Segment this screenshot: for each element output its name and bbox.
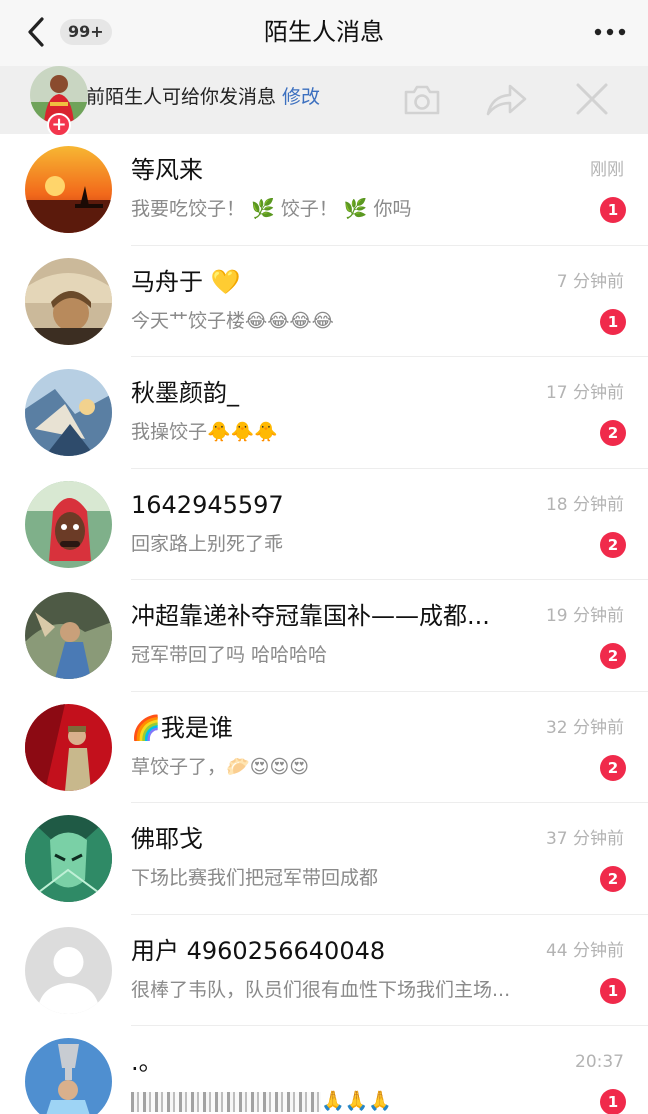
avatar-image [25, 592, 112, 679]
unread-badge: 2 [600, 643, 626, 669]
sender-name: .。 [131, 1048, 163, 1076]
avatar-image [25, 1038, 112, 1114]
sender-name: 冲超靠递补夺冠靠国补——成都... [131, 602, 490, 630]
sender-name: 佛耶戈 [131, 825, 203, 853]
unread-badge: 2 [600, 531, 626, 558]
avatar-image [25, 480, 112, 568]
avatar-image [25, 703, 112, 791]
unread-badge: 1 [600, 1089, 626, 1114]
message-row[interactable]: 用户 4960256640048 44 分钟前 很棒了韦队，队员们很有血性下场我… [0, 915, 648, 1026]
avatar[interactable] [25, 480, 112, 568]
avatar[interactable] [25, 146, 112, 233]
unread-badge: 1 [600, 977, 626, 1004]
avatar[interactable] [25, 257, 112, 345]
message-time: 20:37 [575, 1052, 624, 1072]
message-preview: 草饺子了，🥟😍😍😍 [131, 755, 310, 778]
unread-badge: 1 [600, 308, 626, 335]
avatar-image [25, 146, 112, 233]
banner-edit-link[interactable]: 修改 [282, 86, 320, 108]
message-preview: 冠军带回了吗 哈哈哈哈 [131, 644, 328, 666]
camera-icon[interactable] [402, 80, 442, 118]
message-time: 32 分钟前 [545, 717, 624, 738]
message-preview: 今天艹饺子楼😂😂😂😂 [131, 309, 334, 332]
message-time: 19 分钟前 [545, 606, 624, 626]
avatar-image [25, 257, 112, 345]
message-row[interactable]: 1642945597 18 分钟前 回家路上别死了乖 2 [0, 469, 648, 580]
message-row[interactable]: 佛耶戈 37 分钟前 下场比赛我们把冠军带回成都 2 [0, 803, 648, 915]
sender-name: 马舟于 💛 [131, 267, 241, 296]
sender-name: 用户 4960256640048 [131, 936, 386, 965]
avatar[interactable] [25, 815, 112, 902]
message-time: 44 分钟前 [545, 940, 624, 961]
message-row[interactable]: 马舟于 💛 7 分钟前 今天艹饺子楼😂😂😂😂 1 [0, 246, 648, 357]
sender-name: 1642945597 [131, 490, 284, 519]
message-preview: 下场比赛我们把冠军带回成都 [131, 867, 379, 889]
message-row[interactable]: 冲超靠递补夺冠靠国补——成都... 19 分钟前 冠军带回了吗 哈哈哈哈 2 [0, 580, 648, 692]
avatar[interactable] [25, 703, 112, 791]
share-arrow-icon[interactable] [484, 80, 528, 118]
default-user-icon [25, 926, 112, 1014]
message-row[interactable]: 秋墨颜韵_ 17 分钟前 我操饺子🐥🐥🐥 2 [0, 357, 648, 469]
message-row[interactable]: 等风来 刚刚 我要吃饺子！ 🌿 饺子！ 🌿 你吗 1 [0, 134, 648, 246]
sender-name: 🌈我是谁 [131, 713, 233, 742]
avatar[interactable] [25, 369, 112, 456]
avatar-image [25, 369, 112, 456]
nav-bar: 99+ 陌生人消息 [0, 0, 648, 66]
unread-badge: 1 [600, 197, 626, 223]
message-preview: 我操饺子🐥🐥🐥 [131, 421, 278, 443]
message-time: 37 分钟前 [545, 829, 624, 849]
message-preview: 回家路上别死了乖 [131, 532, 284, 555]
message-time: 7 分钟前 [556, 271, 624, 292]
page-title: 陌生人消息 [264, 18, 384, 46]
close-icon[interactable] [574, 81, 610, 117]
unread-badge: 2 [600, 754, 626, 781]
avatar-image [25, 815, 112, 902]
more-dots-icon[interactable] [592, 22, 628, 42]
message-preview: 🙏🙏🙏 [131, 1087, 571, 1114]
sender-name: 秋墨颜韵_ [131, 379, 239, 407]
message-time: 18 分钟前 [545, 494, 624, 515]
message-row[interactable]: .。 20:37 🙏🙏🙏 1 [0, 1026, 648, 1114]
message-time: 刚刚 [590, 160, 624, 180]
avatar[interactable] [25, 926, 112, 1014]
unread-badge: 2 [600, 420, 626, 446]
notice-banner: 前陌生人可给你发消息 修改 + [0, 66, 648, 137]
redacted-text [131, 1091, 321, 1112]
message-preview-emoji: 🙏🙏🙏 [321, 1090, 392, 1112]
sender-name: 等风来 [131, 156, 203, 184]
message-list: 等风来 刚刚 我要吃饺子！ 🌿 饺子！ 🌿 你吗 1 马舟于 💛 7 分钟前 今… [0, 134, 648, 1114]
avatar[interactable] [25, 592, 112, 679]
unread-badge: 2 [600, 866, 626, 892]
message-preview: 我要吃饺子！ 🌿 饺子！ 🌿 你吗 [131, 198, 412, 220]
message-time: 17 分钟前 [545, 383, 624, 403]
message-row[interactable]: 🌈我是谁 32 分钟前 草饺子了，🥟😍😍😍 2 [0, 692, 648, 803]
avatar[interactable] [25, 1038, 112, 1114]
message-preview: 很棒了韦队，队员们很有血性下场我们主场... [131, 978, 511, 1001]
